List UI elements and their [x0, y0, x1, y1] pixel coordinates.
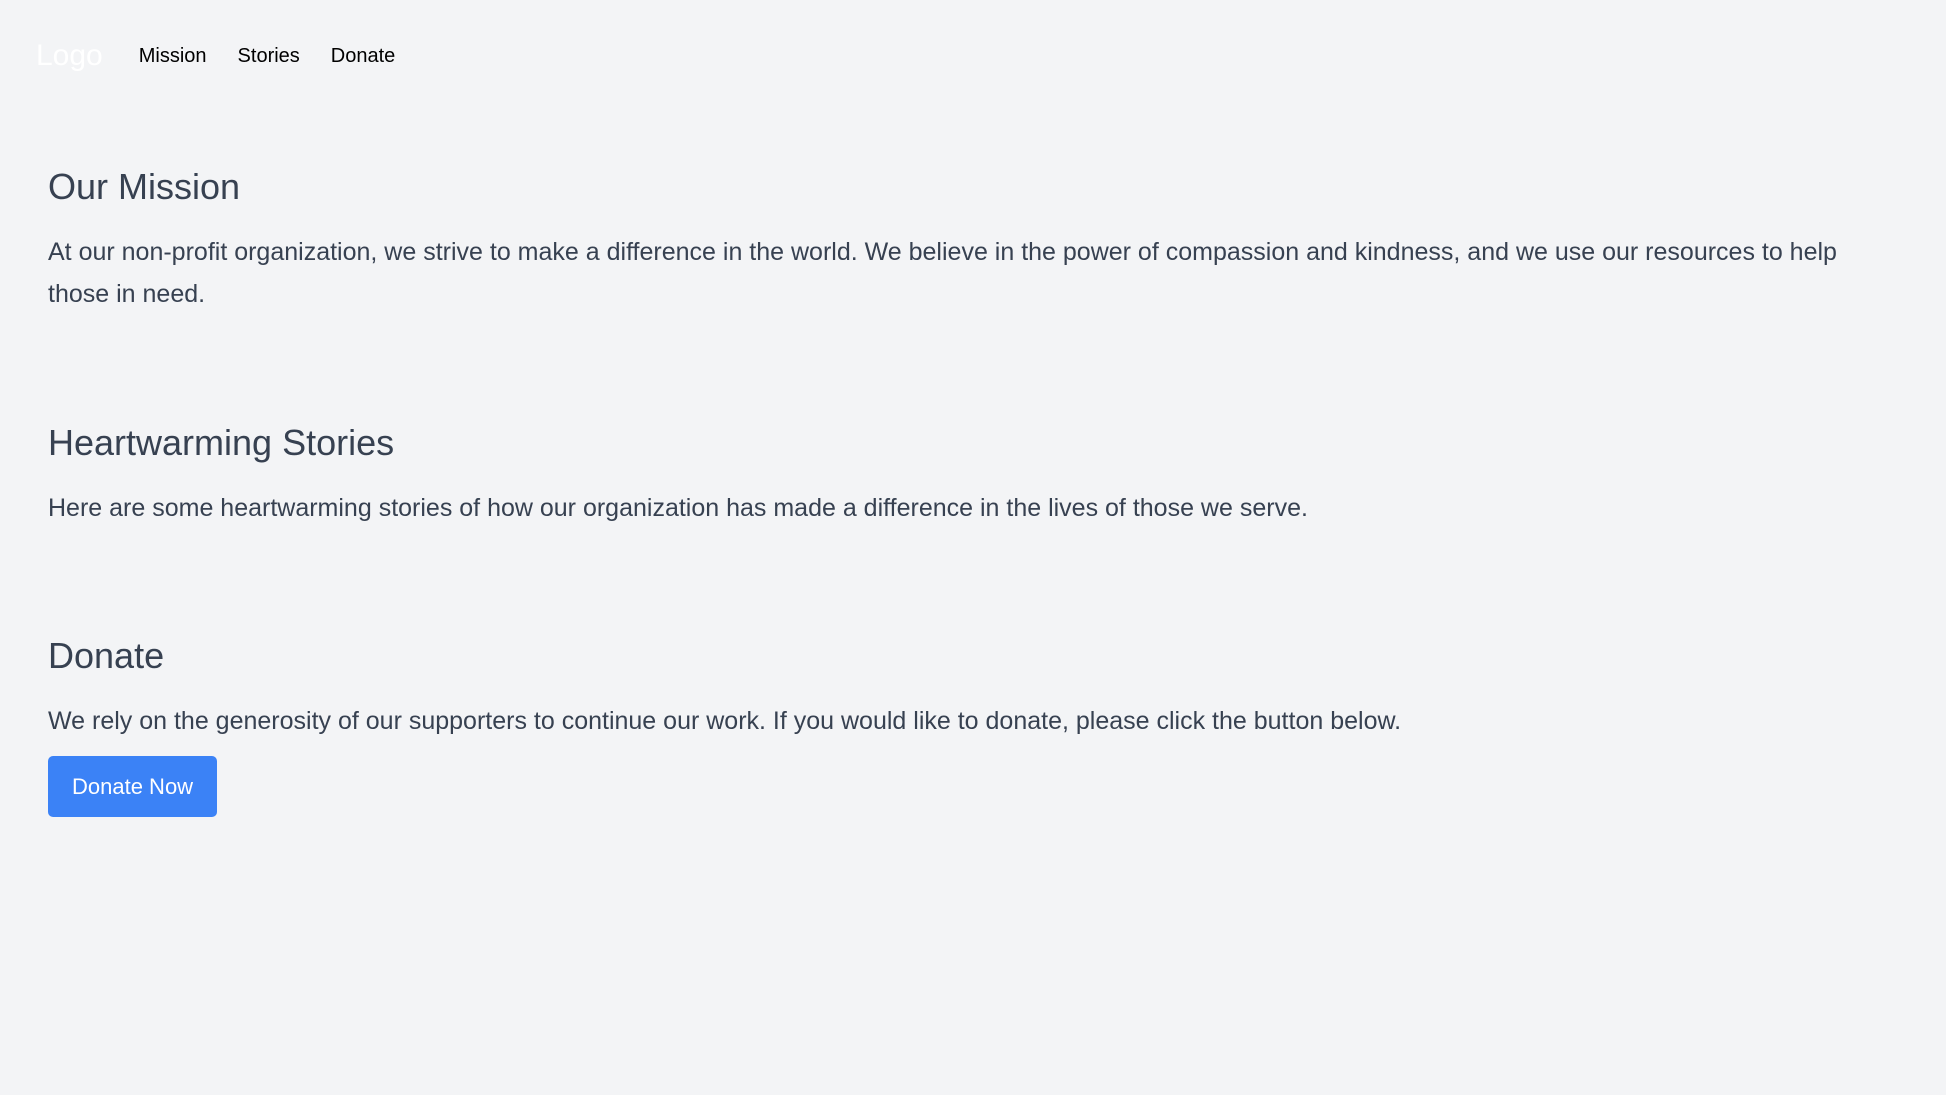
nav-link-stories[interactable]: Stories	[238, 36, 300, 76]
donate-now-button[interactable]: Donate Now	[48, 756, 218, 817]
mission-title: Our Mission	[48, 166, 241, 207]
logo[interactable]: Logo	[36, 36, 103, 76]
donate-text: We rely on the generosity of our support…	[48, 707, 1402, 735]
stories-text: Here are some heartwarming stories of ho…	[48, 494, 1308, 522]
top-nav: Logo Mission Stories Donate	[36, 36, 426, 76]
nav-link-donate[interactable]: Donate	[331, 36, 396, 76]
mission-section: Our Mission At our non-profit organizati…	[48, 167, 1848, 315]
donate-title: Donate	[48, 635, 165, 676]
mission-text: At our non-profit organization, we striv…	[48, 238, 1837, 308]
nav-link-mission[interactable]: Mission	[139, 36, 207, 76]
donate-section: Donate We rely on the generosity of our …	[48, 636, 1848, 817]
stories-title: Heartwarming Stories	[48, 422, 395, 463]
stories-section: Heartwarming Stories Here are some heart…	[48, 423, 1848, 529]
